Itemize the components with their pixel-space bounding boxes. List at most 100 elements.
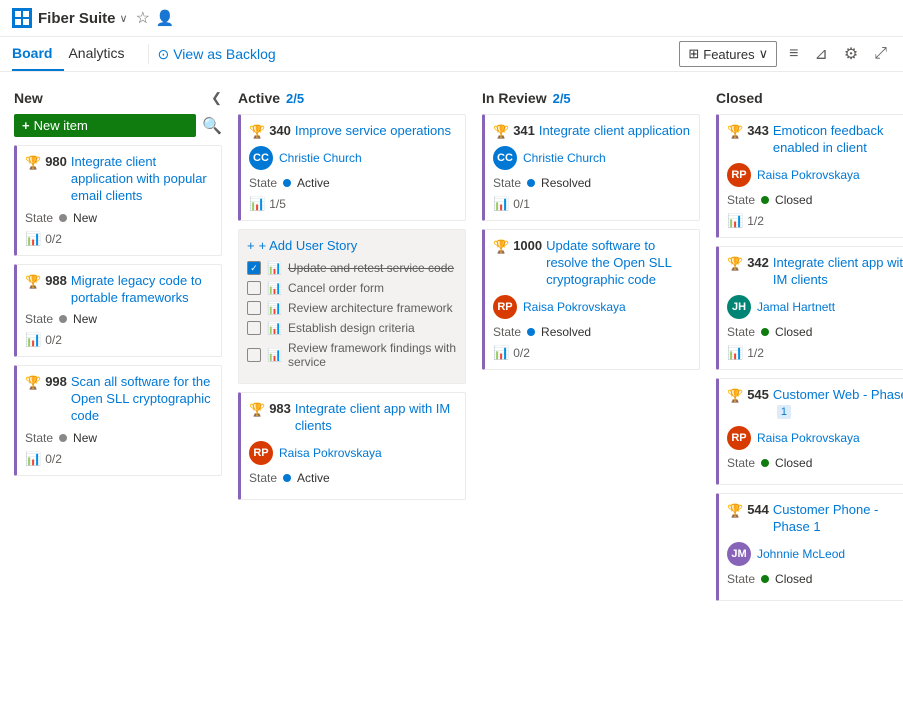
card-342-progress: 📊 1/2 [727,345,903,361]
trophy-icon: 🏆 [493,239,509,255]
card-983-id: 983 [269,401,291,416]
plus-icon: + [247,238,255,253]
card-544-id: 544 [747,502,769,517]
card-340-state: State Active [249,176,457,190]
story-checkbox-4[interactable] [247,321,261,335]
card-988-title[interactable]: Migrate legacy code to portable framewor… [71,273,213,307]
card-342-state: State Closed [727,325,903,339]
trophy-icon: 🏆 [25,375,41,391]
user-name-545: Raisa Pokrovskaya [757,431,860,445]
progress-icon: 📊 [25,332,41,348]
state-value: Active [297,471,330,485]
card-980-title[interactable]: Integrate client application with popula… [71,154,213,205]
card-343[interactable]: 🏆 343 Emoticon feedback enabled in clien… [716,114,903,238]
card-342-title[interactable]: Integrate client app with IM clients [773,255,903,289]
card-983-title[interactable]: Integrate client app with IM clients [295,401,457,435]
user-name-340: Christie Church [279,151,362,165]
add-user-story-button[interactable]: + + Add User Story [247,238,457,253]
favorite-icon[interactable]: ☆ [136,8,150,28]
top-bar: Fiber Suite ∨ ☆ 👤 [0,0,903,37]
card-545-user: RP Raisa Pokrovskaya [727,426,903,450]
card-988[interactable]: 🏆 988 Migrate legacy code to portable fr… [14,264,222,358]
story-checkbox-3[interactable] [247,301,261,315]
story-checkbox-5[interactable] [247,348,261,362]
view-as-backlog[interactable]: ⊙ View as Backlog [157,46,275,63]
card-983[interactable]: 🏆 983 Integrate client app with IM clien… [238,392,466,500]
progress-value: 0/2 [45,232,62,246]
state-label: State [25,312,53,326]
user-name-1000: Raisa Pokrovskaya [523,300,626,314]
card-544-title[interactable]: Customer Phone - Phase 1 [773,502,903,536]
column-in-review-header: In Review 2/5 [482,84,700,114]
avatar-342: JH [727,295,751,319]
tab-board[interactable]: Board [12,37,64,71]
tab-analytics[interactable]: Analytics [68,37,136,71]
card-980[interactable]: 🏆 980 Integrate client application with … [14,145,222,256]
user-name-342: Jamal Hartnett [757,300,835,314]
state-label: State [727,325,755,339]
state-label: State [249,176,277,190]
card-980-header: 🏆 980 Integrate client application with … [25,154,213,205]
state-value: Resolved [541,176,591,190]
card-340-title[interactable]: Improve service operations [295,123,451,140]
card-343-header: 🏆 343 Emoticon feedback enabled in clien… [727,123,903,157]
trophy-icon: 🏆 [249,402,265,418]
card-1000-title[interactable]: Update software to resolve the Open SLL … [546,238,691,289]
card-341-title[interactable]: Integrate client application [539,123,690,140]
column-active-header: Active 2/5 [238,84,466,114]
avatar-341: CC [493,146,517,170]
story-checkbox-2[interactable] [247,281,261,295]
column-settings-icon[interactable]: ≡ [785,41,802,67]
state-label: State [249,471,277,485]
story-item-3: 📊 Review architecture framework [247,301,457,315]
app-chevron[interactable]: ∨ [120,12,128,25]
search-icon[interactable]: 🔍 [202,116,222,136]
column-new-collapse[interactable]: ❮ [211,90,222,106]
card-1000[interactable]: 🏆 1000 Update software to resolve the Op… [482,229,700,370]
card-998[interactable]: 🏆 998 Scan all software for the Open SLL… [14,365,222,476]
card-1000-progress: 📊 0/2 [493,345,691,361]
avatar-1000: RP [493,295,517,319]
card-998-progress: 📊 0/2 [25,451,213,467]
column-active-title: Active [238,90,280,106]
card-980-progress: 📊 0/2 [25,231,213,247]
state-value: Closed [775,325,812,339]
story-bar-icon: 📊 [267,261,282,275]
card-545-header: 🏆 545 Customer Web - Phase 1 [727,387,903,421]
backlog-icon: ⊙ [157,46,169,63]
trophy-icon: 🏆 [249,124,265,140]
board: New ❮ + New item 🔍 🏆 980 Integrate clien… [0,72,903,682]
settings-icon[interactable]: ⚙ [840,40,862,68]
card-544-state: State Closed [727,572,903,586]
story-text-4: Establish design criteria [288,321,415,335]
card-343-title[interactable]: Emoticon feedback enabled in client [773,123,903,157]
state-value: Resolved [541,325,591,339]
story-checkbox-1[interactable]: ✓ [247,261,261,275]
card-1000-header: 🏆 1000 Update software to resolve the Op… [493,238,691,289]
filter-icon[interactable]: ⊿ [810,40,831,68]
card-545-title[interactable]: Customer Web - Phase 1 [773,387,903,421]
card-342-header: 🏆 342 Integrate client app with IM clien… [727,255,903,289]
card-340[interactable]: 🏆 340 Improve service operations CC Chri… [238,114,466,221]
state-value: Closed [775,456,812,470]
app-icon [12,8,32,28]
card-341[interactable]: 🏆 341 Integrate client application CC Ch… [482,114,700,221]
expand-icon[interactable]: ⤢ [870,41,891,67]
card-341-progress: 📊 0/1 [493,196,691,212]
progress-value: 0/2 [513,346,530,360]
features-button[interactable]: ⊞ Features ∨ [679,41,777,67]
card-545[interactable]: 🏆 545 Customer Web - Phase 1 RP Raisa Po… [716,378,903,486]
new-item-button[interactable]: + New item [14,114,196,137]
card-544[interactable]: 🏆 544 Customer Phone - Phase 1 JM Johnni… [716,493,903,601]
progress-value: 1/5 [269,197,286,211]
card-342[interactable]: 🏆 342 Integrate client app with IM clien… [716,246,903,370]
card-342-id: 342 [747,255,769,270]
card-998-title[interactable]: Scan all software for the Open SLL crypt… [71,374,213,425]
state-value: Active [297,176,330,190]
card-980-id: 980 [45,154,67,169]
column-closed-title: Closed [716,90,763,106]
state-dot [761,328,769,336]
avatar-983: RP [249,441,273,465]
user-name-343: Raisa Pokrovskaya [757,168,860,182]
people-icon[interactable]: 👤 [156,9,175,27]
